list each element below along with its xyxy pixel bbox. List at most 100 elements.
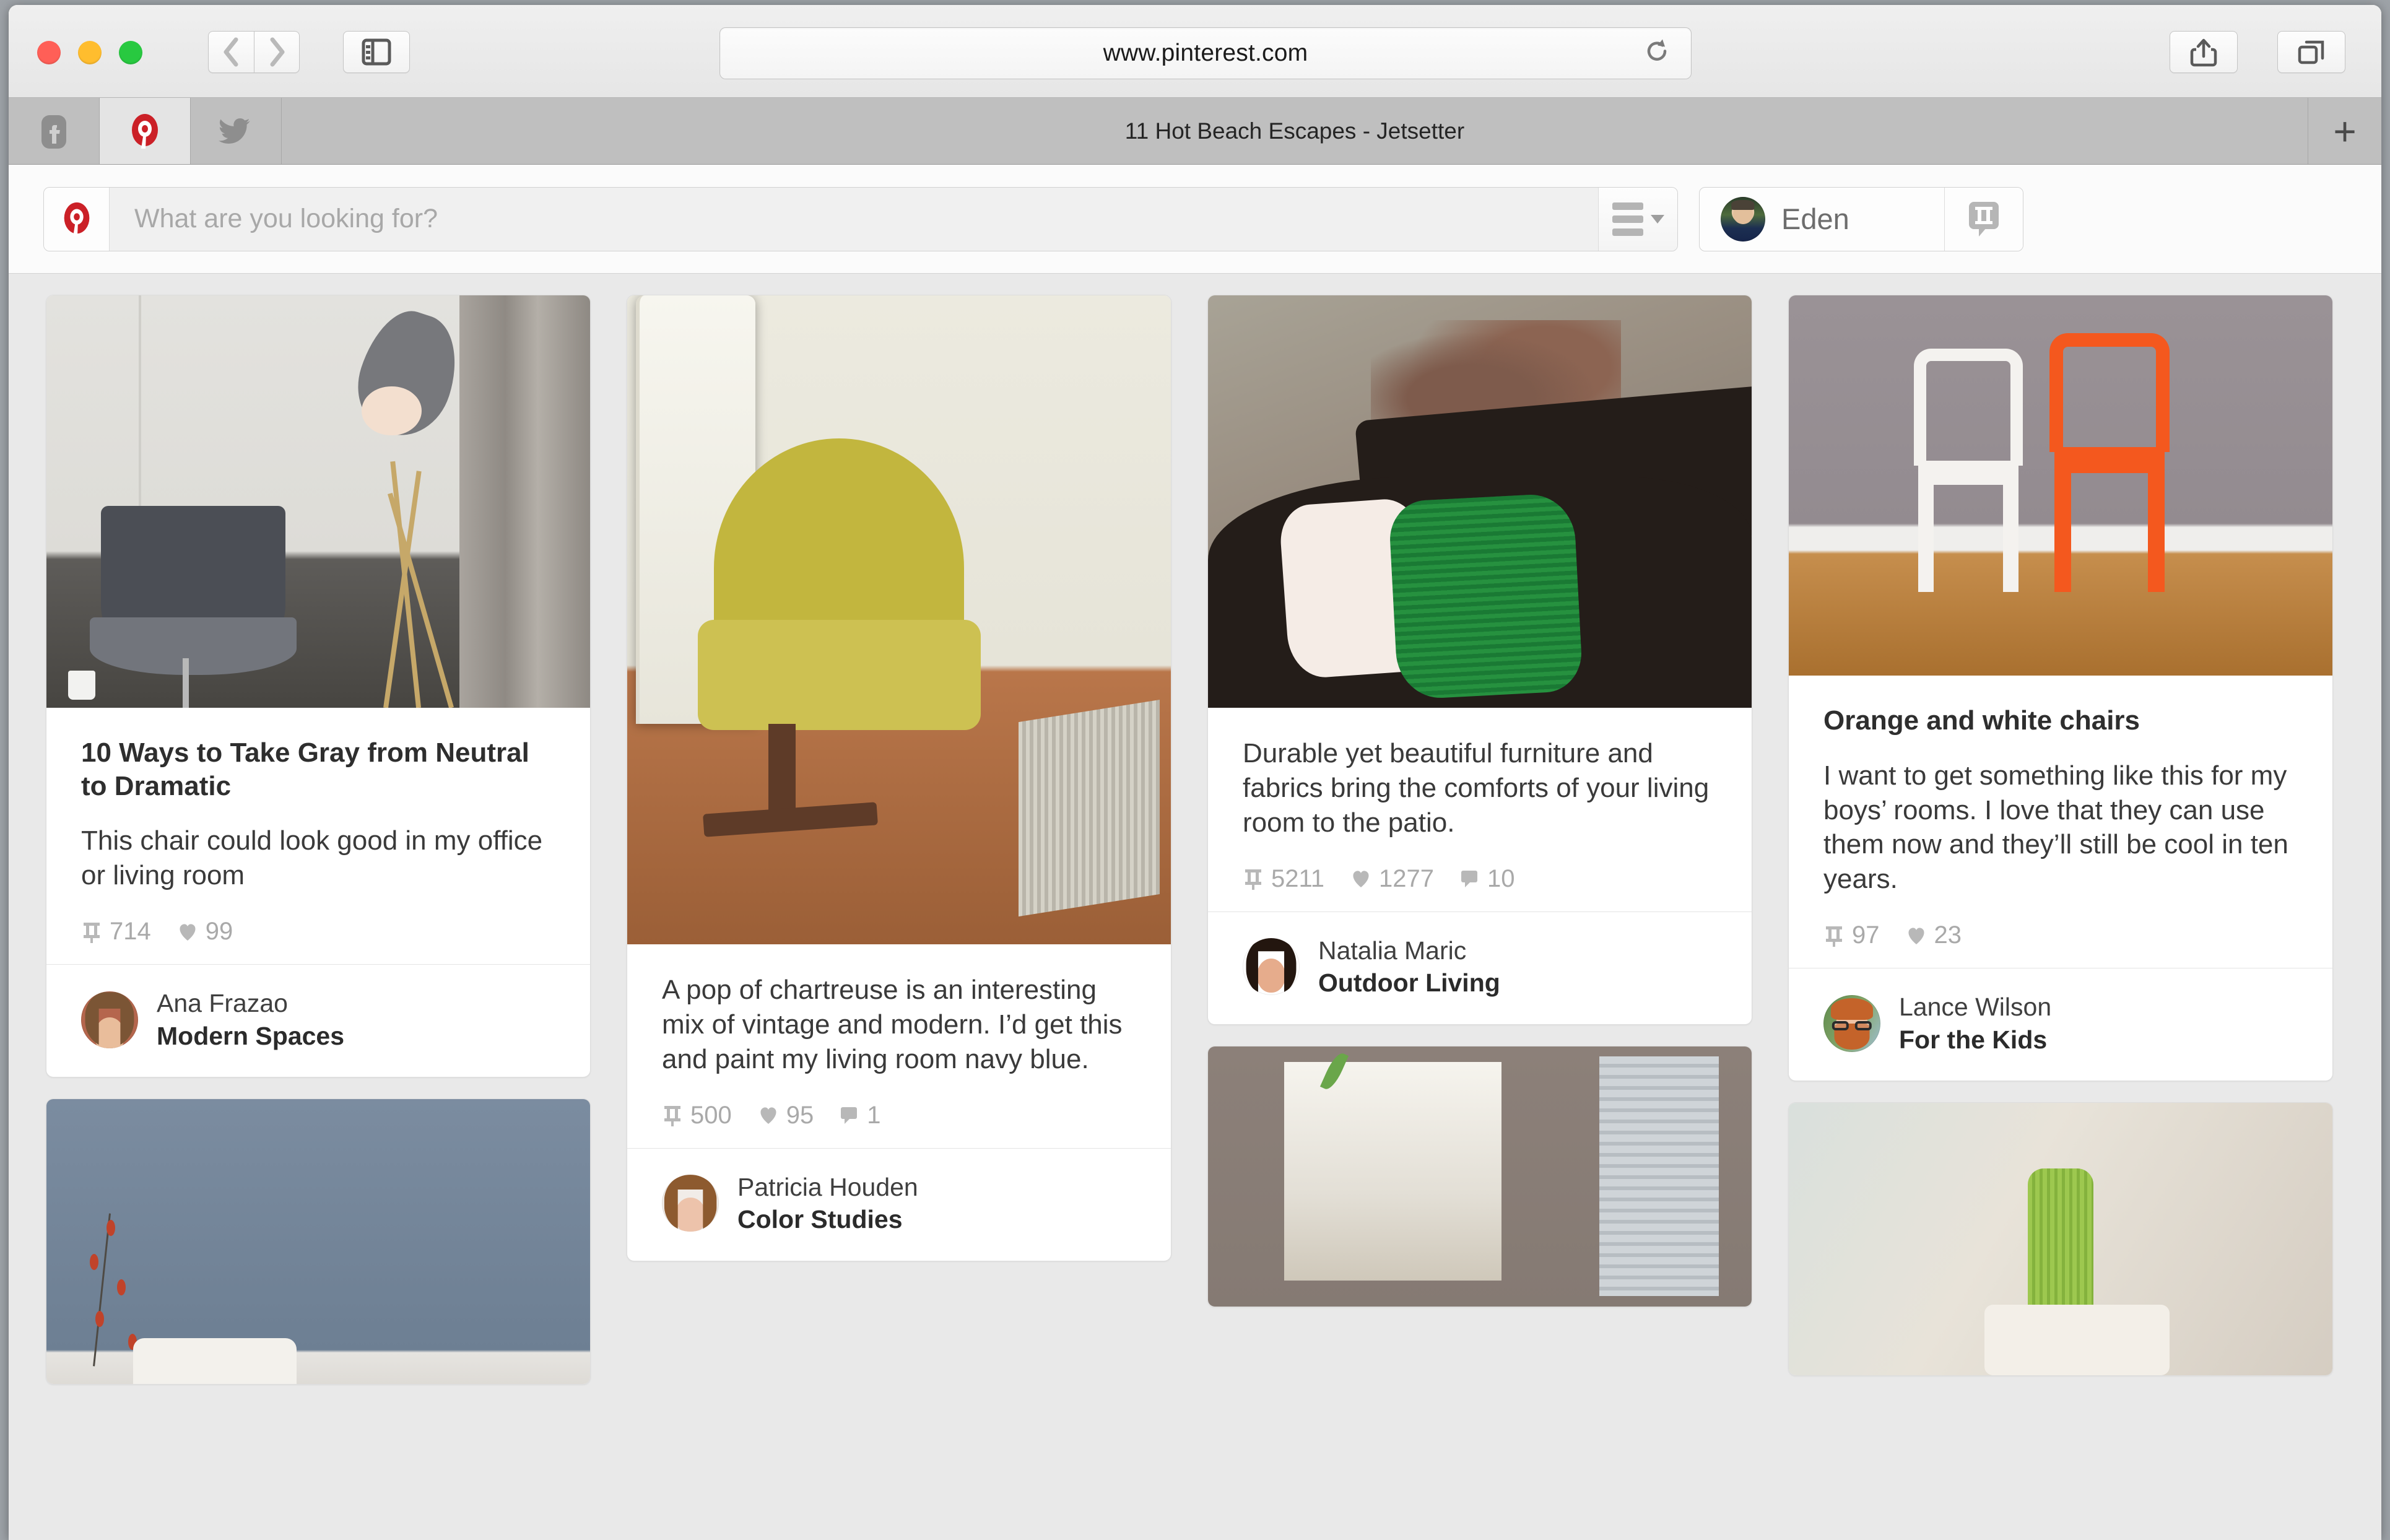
author-name[interactable]: Lance Wilson <box>1899 991 2051 1023</box>
pin-card[interactable]: Orange and white chairs I want to get so… <box>1788 295 2333 1082</box>
pin-it-button[interactable] <box>1945 187 2023 251</box>
forward-button[interactable] <box>254 31 300 73</box>
pin-stats: 714 99 <box>81 918 555 946</box>
repin-stat: 500 <box>662 1102 732 1129</box>
avatar <box>662 1175 719 1232</box>
pin-attribution[interactable]: Ana Frazao Modern Spaces <box>46 965 590 1077</box>
pin-body: Durable yet beautiful furniture and fabr… <box>1208 708 1752 911</box>
cactus-in-white-pot-photo[interactable] <box>1789 1103 2332 1376</box>
like-count: 1277 <box>1379 864 1434 892</box>
blue-gray-wall-with-red-berries-photo[interactable] <box>46 1099 590 1385</box>
avatar <box>81 991 138 1048</box>
tab-pinterest[interactable] <box>100 98 191 164</box>
mirror-and-shelving-photo[interactable] <box>1208 1046 1752 1307</box>
tab-facebook[interactable] <box>9 98 100 164</box>
pin-description: A pop of chartreuse is an interesting mi… <box>662 975 1123 1074</box>
board-name[interactable]: For the Kids <box>1899 1024 2051 1056</box>
minimize-window-button[interactable] <box>78 41 102 64</box>
chevron-right-icon <box>270 37 285 67</box>
sidebar-icon <box>362 38 391 66</box>
board-name[interactable]: Outdoor Living <box>1318 967 1500 999</box>
orange-and-white-chairs-photo[interactable] <box>1789 295 2332 676</box>
show-sidebar-button[interactable] <box>343 31 410 73</box>
reload-button[interactable] <box>1644 38 1670 69</box>
pin-card[interactable] <box>46 1098 591 1385</box>
repin-count: 500 <box>690 1101 732 1129</box>
hamburger-filter-icon <box>1612 202 1643 236</box>
pin-attribution[interactable]: Natalia Maric Outdoor Living <box>1208 912 1752 1024</box>
comment-count: 10 <box>1487 864 1515 892</box>
user-menu-button[interactable]: Eden <box>1700 187 1945 251</box>
pin-attribution[interactable]: Lance Wilson For the Kids <box>1789 968 2332 1081</box>
user-name: Eden <box>1781 202 1849 235</box>
repin-stat: 714 <box>81 918 151 946</box>
tab-bar: 11 Hot Beach Escapes - Jetsetter + <box>9 98 2381 165</box>
author-name[interactable]: Patricia Houden <box>737 1171 918 1203</box>
maximize-window-button[interactable] <box>119 41 142 64</box>
pin-icon <box>1826 926 1842 947</box>
comment-icon <box>1461 871 1477 888</box>
search-filter-button[interactable] <box>1598 187 1677 251</box>
like-stat: 95 <box>758 1102 814 1129</box>
pin-card[interactable]: A pop of chartreuse is an interesting mi… <box>627 295 1171 1261</box>
repin-count: 714 <box>110 918 151 946</box>
user-group: Eden <box>1699 186 2023 251</box>
pin-icon <box>1245 869 1261 890</box>
like-stat: 99 <box>177 918 233 946</box>
heart-icon <box>760 1107 776 1125</box>
pin-it-icon <box>1969 201 1999 237</box>
comment-icon <box>841 1107 858 1125</box>
avatar <box>1721 196 1765 241</box>
tab-overview-button[interactable] <box>2277 31 2345 73</box>
search-input[interactable] <box>110 187 1598 251</box>
pin-body: 10 Ways to Take Gray from Neutral to Dra… <box>46 708 590 964</box>
pin-card[interactable] <box>1207 1045 1752 1307</box>
pin-card[interactable]: 10 Ways to Take Gray from Neutral to Dra… <box>46 295 591 1078</box>
tab-title: 11 Hot Beach Escapes - Jetsetter <box>1124 118 1465 144</box>
glasses-icon <box>1832 1020 1872 1030</box>
like-count: 23 <box>1934 921 1962 949</box>
tab-overview-icon <box>2298 40 2324 64</box>
like-count: 99 <box>205 918 233 946</box>
comment-stat: 1 <box>840 1101 881 1129</box>
pin-column-3: Durable yet beautiful furniture and fabr… <box>1207 295 1752 1307</box>
new-tab-button[interactable]: + <box>2308 98 2381 164</box>
author-name[interactable]: Natalia Maric <box>1318 934 1500 967</box>
pin-column-2: A pop of chartreuse is an interesting mi… <box>627 295 1171 1261</box>
pin-card[interactable]: Durable yet beautiful furniture and fabr… <box>1207 295 1752 1025</box>
pin-description: This chair could look good in my office … <box>81 825 543 891</box>
share-button[interactable] <box>2170 31 2238 73</box>
browser-toolbar: www.pinterest.com <box>9 5 2381 98</box>
green-and-white-pillows-on-patio-bench-photo[interactable] <box>1208 295 1752 708</box>
heart-icon <box>180 923 196 941</box>
active-tab-title-area[interactable]: 11 Hot Beach Escapes - Jetsetter <box>282 98 2308 164</box>
board-name[interactable]: Color Studies <box>737 1203 918 1235</box>
pin-body: A pop of chartreuse is an interesting mi… <box>627 944 1171 1148</box>
chartreuse-swivel-chair-photo[interactable] <box>627 295 1171 944</box>
pinterest-header: Eden <box>9 165 2381 274</box>
back-button[interactable] <box>208 31 254 73</box>
url-text: www.pinterest.com <box>1103 40 1308 66</box>
avatar <box>1243 938 1300 996</box>
reload-icon <box>1647 39 1667 61</box>
pin-icon <box>664 1106 680 1127</box>
pinterest-logo-icon <box>64 202 89 236</box>
author-name[interactable]: Ana Frazao <box>157 987 344 1019</box>
board-name[interactable]: Modern Spaces <box>157 1020 344 1052</box>
repin-stat: 5211 <box>1243 865 1324 893</box>
close-window-button[interactable] <box>37 41 61 64</box>
comment-count: 1 <box>867 1101 881 1129</box>
heart-icon <box>1908 928 1924 944</box>
address-bar[interactable]: www.pinterest.com <box>719 27 1692 79</box>
pin-attribution[interactable]: Patricia Houden Color Studies <box>627 1149 1171 1261</box>
like-stat: 23 <box>1906 921 1962 949</box>
pin-title: Orange and white chairs <box>1823 705 2140 736</box>
pin-description: Durable yet beautiful furniture and fabr… <box>1243 738 1710 838</box>
pin-card[interactable] <box>1788 1102 2333 1377</box>
browser-window: www.pinterest.com 11 Hot Beach Escapes -… <box>9 5 2381 1540</box>
pin-board[interactable]: 10 Ways to Take Gray from Neutral to Dra… <box>9 274 2381 1540</box>
gray-chair-and-tripod-lamp-photo[interactable] <box>46 295 590 708</box>
pinterest-logo-button[interactable] <box>44 187 110 251</box>
like-count: 95 <box>786 1101 814 1129</box>
tab-twitter[interactable] <box>191 98 282 164</box>
